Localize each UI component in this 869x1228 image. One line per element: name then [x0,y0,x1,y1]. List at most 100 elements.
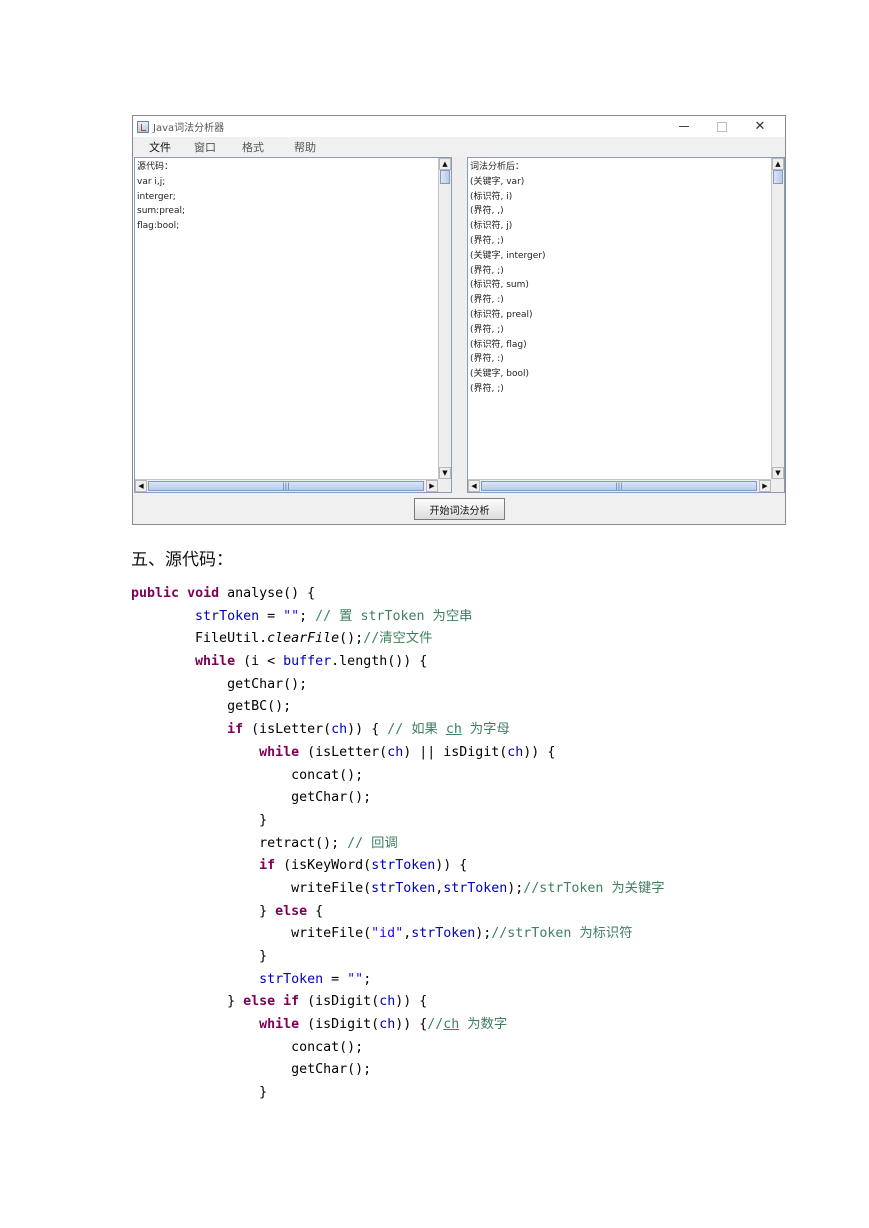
code-line: } [131,1082,665,1105]
token-line: (界符, ;) [470,235,504,246]
code-token: concat(); [131,1039,364,1055]
code-token: "" [283,608,300,624]
vertical-scrollbar[interactable]: ▲ ▼ [771,158,784,479]
code-token: strToken [371,880,436,896]
source-line: sum:preal; [137,206,185,217]
code-token: ch [443,1017,460,1033]
token-line: 词法分析后： [470,162,525,172]
token-line: (界符, ;) [470,324,504,335]
code-token: // [427,1017,444,1033]
scroll-down-icon[interactable]: ▼ [772,467,784,479]
code-token: (isKeyWord( [275,858,372,874]
horizontal-scrollbar[interactable]: ◀ ||| ▶ [135,479,451,492]
scroll-left-icon[interactable]: ◀ [468,480,480,492]
scroll-left-icon[interactable]: ◀ [135,480,147,492]
code-token: ch [387,744,404,760]
code-token: ) || isDigit( [403,744,508,760]
code-token: ; [299,608,316,624]
code-token: )) { [347,722,388,738]
section-heading: 五、源代码： [131,550,233,570]
code-token: ch [379,1017,396,1033]
menu-file[interactable]: 文件 [149,139,171,155]
start-analysis-button[interactable]: 开始词法分析 [414,498,505,520]
scroll-up-icon[interactable]: ▲ [772,158,784,170]
scroll-thumb[interactable] [440,170,450,184]
source-line: var i,j; [137,176,166,187]
code-token: "" [347,971,364,987]
code-token: buffer [283,654,332,670]
source-code-textarea[interactable]: 源代码： var i,j; interger; sum:preal; flag:bool… [137,160,435,478]
scroll-thumb[interactable] [773,170,783,184]
code-token: // 回调 [347,835,398,851]
code-token: //strToken 为关键字 [523,880,665,896]
code-token: 为数字 [459,1017,508,1033]
code-token: //清空文件 [363,631,433,647]
horizontal-scrollbar[interactable]: ◀ ||| ▶ [468,479,784,492]
source-line: interger; [137,191,176,202]
scroll-corner [771,479,784,492]
menu-format[interactable]: 格式 [242,139,264,155]
code-line: } else { [131,901,665,924]
code-token: concat(); [131,767,364,783]
code-line: } else if (isDigit(ch)) { [131,991,665,1014]
code-token: "id" [371,926,404,942]
source-line: 源代码： [137,162,174,172]
code-token: if [227,722,244,738]
code-line: getChar(); [131,674,665,697]
token-line: (标识符, j) [470,221,513,232]
code-token: strToken [411,926,476,942]
code-token: writeFile( [131,880,372,896]
token-line: (界符, :) [470,295,504,306]
code-line: while (isLetter(ch) || isDigit(ch)) { [131,742,665,765]
analysis-result-textarea[interactable]: 词法分析后： (关键字, var) (标识符, i) (界符, ,) (标识符, j) (… [470,160,768,478]
code-token: = [323,971,348,987]
code-token: getBC(); [131,699,292,715]
token-line: (关键字, bool) [470,369,529,380]
token-line: (界符, :) [470,354,504,365]
scroll-thumb-horizontal[interactable]: ||| [148,481,424,491]
code-token: )) { [395,1017,428,1033]
menu-bar: 文件 窗口 格式 帮助 [133,137,785,157]
scroll-right-icon[interactable]: ▶ [426,480,438,492]
code-token: getChar(); [131,676,308,692]
code-line: } [131,810,665,833]
code-token: strToken [259,971,324,987]
code-token: } [131,903,276,919]
menu-window[interactable]: 窗口 [194,139,216,155]
analysis-result-pane[interactable]: 词法分析后： (关键字, var) (标识符, i) (界符, ,) (标识符, j) (… [467,157,785,493]
code-token: ); [475,926,492,942]
code-token: // 置 strToken 为空串 [315,608,473,624]
code-token: )) { [395,994,428,1010]
code-token: while [259,744,300,760]
code-token: void [187,586,220,601]
scroll-thumb-horizontal[interactable]: ||| [481,481,757,491]
scroll-down-icon[interactable]: ▼ [439,467,451,479]
code-line: retract(); // 回调 [131,833,665,856]
scroll-up-icon[interactable]: ▲ [439,158,451,170]
code-token: (isLetter( [299,744,388,760]
code-token: FileUtil. [131,631,268,647]
scroll-right-icon[interactable]: ▶ [759,480,771,492]
code-token: else [243,994,276,1010]
code-token: ch [331,722,348,738]
close-icon[interactable]: ✕ [741,116,779,137]
code-token: while [195,654,236,670]
code-token: } [131,949,268,964]
vertical-scrollbar[interactable]: ▲ ▼ [438,158,451,479]
code-token: (isLetter( [243,722,332,738]
token-line: (界符, ;) [470,383,504,394]
token-line: (关键字, interger) [470,250,546,261]
code-line: writeFile("id",strToken);//strToken 为标识符 [131,923,665,946]
minimize-icon[interactable] [665,116,703,137]
code-line: if (isLetter(ch)) { // 如果 ch 为字母 [131,719,665,742]
code-token: strToken [443,880,508,896]
maximize-icon[interactable] [703,116,741,137]
code-token: ch [507,744,524,760]
source-code-pane[interactable]: 源代码： var i,j; interger; sum:preal; flag:bool… [134,157,452,493]
menu-help[interactable]: 帮助 [294,139,316,155]
token-line: (界符, ,) [470,206,504,217]
